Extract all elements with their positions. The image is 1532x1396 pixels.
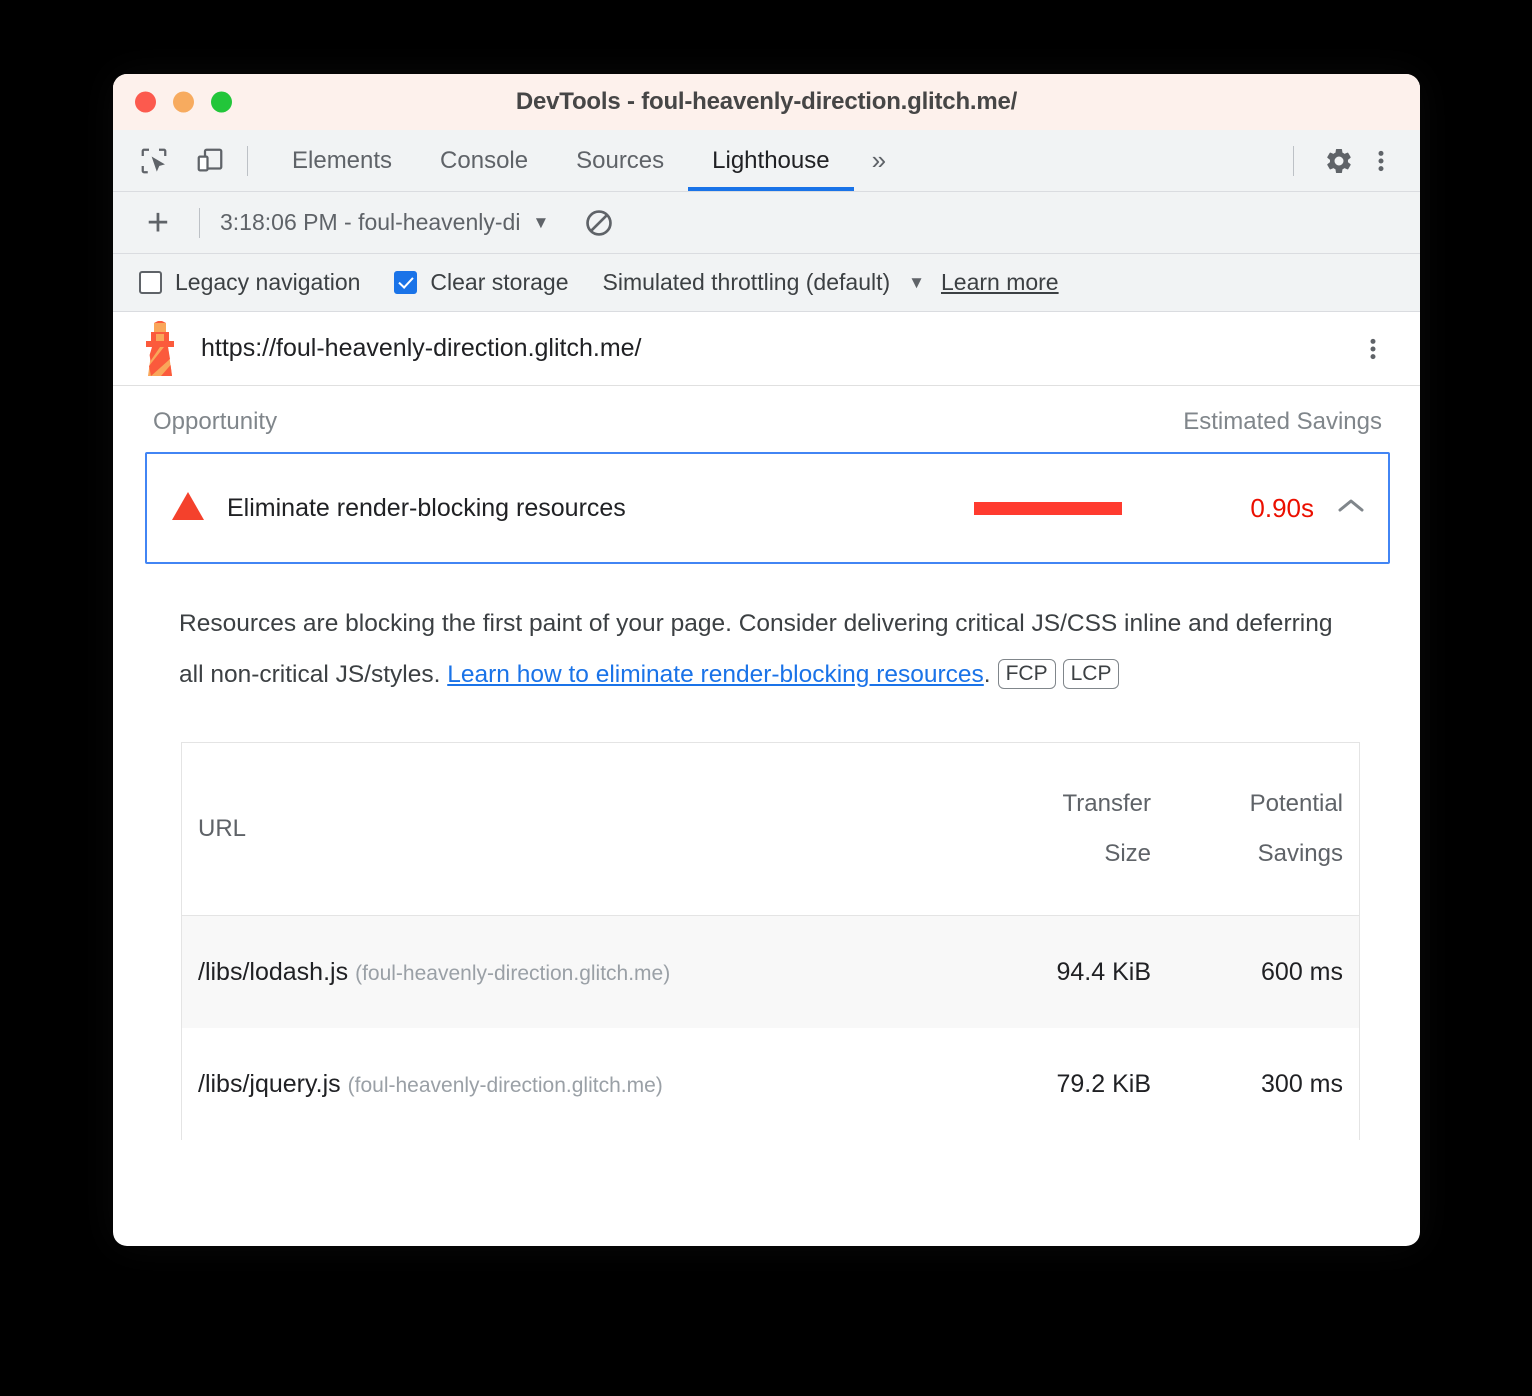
lighthouse-report-toolbar: + 3:18:06 PM - foul-heavenly-di ▼ <box>113 192 1420 254</box>
opportunity-savings-bar <box>974 501 1122 515</box>
table-row: /libs/lodash.js (foul-heavenly-direction.… <box>182 915 1359 1028</box>
opportunity-column-headers: Opportunity Estimated Savings <box>145 386 1390 452</box>
devtools-tool-icons <box>137 144 227 178</box>
gear-icon[interactable] <box>1322 144 1356 178</box>
metric-badge-fcp: FCP <box>997 659 1056 689</box>
throttling-dropdown[interactable]: Simulated throttling (default) ▼ <box>603 269 925 296</box>
row-url-host: (foul-heavenly-direction.glitch.me) <box>347 1073 663 1097</box>
potential-savings-line2: Savings <box>1257 840 1343 867</box>
row-transfer-size: 79.2 KiB <box>1056 1069 1151 1098</box>
inspect-element-icon[interactable] <box>137 144 171 178</box>
tab-elements-label: Elements <box>292 146 393 174</box>
tab-sources-label: Sources <box>576 146 665 174</box>
maximize-window-button[interactable] <box>211 91 232 113</box>
legacy-navigation-option[interactable]: Legacy navigation <box>139 269 360 296</box>
row-potential-savings: 600 ms <box>1167 915 1359 1028</box>
resources-table-head: URL Transfer Size Potential Savings <box>182 743 1359 916</box>
learn-more-link[interactable]: Learn more <box>941 269 1059 296</box>
report-more-options-icon[interactable] <box>1356 332 1390 366</box>
table-header-row: URL Transfer Size Potential Savings <box>182 743 1359 916</box>
clear-storage-option[interactable]: Clear storage <box>394 269 569 296</box>
tab-elements[interactable]: Elements <box>268 130 416 191</box>
screenshot-root: DevTools - foul-heavenly-direction.glitc… <box>0 0 1532 1396</box>
clear-all-icon[interactable] <box>583 207 615 239</box>
tab-lighthouse-label: Lighthouse <box>712 146 830 174</box>
chevron-down-icon-throttling: ▼ <box>908 272 925 292</box>
collapse-chevron-icon[interactable] <box>1336 496 1366 520</box>
resources-table-wrap: URL Transfer Size Potential Savings /lib… <box>181 742 1360 1140</box>
row-url-cell: /libs/lodash.js (foul-heavenly-direction.… <box>182 915 975 1028</box>
warning-triangle-icon <box>171 491 205 526</box>
tab-console-label: Console <box>440 146 529 174</box>
legacy-navigation-label: Legacy navigation <box>175 269 361 295</box>
row-url-cell: /libs/jquery.js (foul-heavenly-direction.… <box>182 1028 975 1140</box>
opportunity-header: Opportunity <box>153 408 278 435</box>
toolbar-divider <box>247 145 248 176</box>
row-url-path: /libs/lodash.js <box>198 957 349 986</box>
device-toolbar-icon[interactable] <box>193 144 227 178</box>
resources-table-body: /libs/lodash.js (foul-heavenly-direction.… <box>182 915 1359 1141</box>
opportunity-bar-wrap <box>974 501 1204 515</box>
row-url-host: (foul-heavenly-direction.glitch.me) <box>355 961 671 985</box>
devtools-tabs: Elements Console Sources Lighthouse » <box>268 130 904 191</box>
tab-sources[interactable]: Sources <box>552 130 688 191</box>
report-url: https://foul-heavenly-direction.glitch.m… <box>201 334 642 362</box>
metric-badge-lcp: LCP <box>1062 659 1120 689</box>
report-select-label: 3:18:06 PM - foul-heavenly-di <box>220 209 521 235</box>
more-options-icon[interactable] <box>1364 144 1398 178</box>
devtools-tabstrip: Elements Console Sources Lighthouse » <box>113 130 1420 192</box>
clear-storage-label: Clear storage <box>430 269 569 295</box>
devtools-window: DevTools - foul-heavenly-direction.glitc… <box>113 74 1420 1246</box>
window-titlebar: DevTools - foul-heavenly-direction.glitc… <box>113 74 1420 130</box>
description-learn-link[interactable]: Learn how to eliminate render-blocking r… <box>447 661 984 688</box>
row-transfer-size: 94.4 KiB <box>975 915 1167 1028</box>
report-body: Opportunity Estimated Savings Eliminate … <box>113 386 1420 1140</box>
transfer-size-line2: Size <box>1104 840 1151 867</box>
minimize-window-button[interactable] <box>173 91 194 113</box>
devtools-tabstrip-right <box>1273 130 1398 191</box>
chevron-down-icon: ▼ <box>532 212 550 232</box>
close-window-button[interactable] <box>135 91 156 113</box>
legacy-navigation-checkbox[interactable] <box>139 271 162 294</box>
opportunity-savings-value: 0.90s <box>1250 492 1314 523</box>
toolbar-divider-right <box>1293 145 1294 176</box>
transfer-size-line1: Transfer <box>1062 790 1151 817</box>
row-url-path: /libs/jquery.js <box>198 1069 341 1098</box>
report-select-dropdown[interactable]: 3:18:06 PM - foul-heavenly-di ▼ <box>220 209 549 236</box>
clear-storage-checkbox[interactable] <box>394 271 418 294</box>
opportunity-row[interactable]: Eliminate render-blocking resources 0.90… <box>145 452 1390 564</box>
column-header-potential-savings: Potential Savings <box>1167 743 1359 916</box>
row-potential-savings: 300 ms <box>1261 1069 1343 1098</box>
report-url-row: https://foul-heavenly-direction.glitch.m… <box>113 312 1420 386</box>
column-header-url: URL <box>182 743 975 916</box>
potential-savings-line1: Potential <box>1249 790 1343 817</box>
traffic-light-buttons <box>135 91 232 113</box>
tab-lighthouse[interactable]: Lighthouse <box>688 130 855 191</box>
new-report-button[interactable]: + <box>137 204 179 242</box>
tab-console[interactable]: Console <box>416 130 552 191</box>
lh-toolbar-divider <box>199 207 200 238</box>
more-tabs-icon[interactable]: » <box>854 145 904 176</box>
lighthouse-options-row: Legacy navigation Clear storage Simulate… <box>113 254 1420 312</box>
estimated-savings-header: Estimated Savings <box>1183 408 1382 435</box>
window-title: DevTools - foul-heavenly-direction.glitc… <box>515 88 1018 115</box>
description-text-part2: . <box>983 661 991 688</box>
lighthouse-icon <box>141 319 179 377</box>
opportunity-title: Eliminate render-blocking resources <box>227 493 626 522</box>
resources-table: URL Transfer Size Potential Savings /lib… <box>182 743 1359 1140</box>
table-row: /libs/jquery.js (foul-heavenly-direction.… <box>182 1028 1359 1140</box>
column-header-transfer-size: Transfer Size <box>975 743 1167 916</box>
opportunity-description: Resources are blocking the first paint o… <box>179 598 1358 700</box>
throttling-label: Simulated throttling (default) <box>602 269 891 295</box>
